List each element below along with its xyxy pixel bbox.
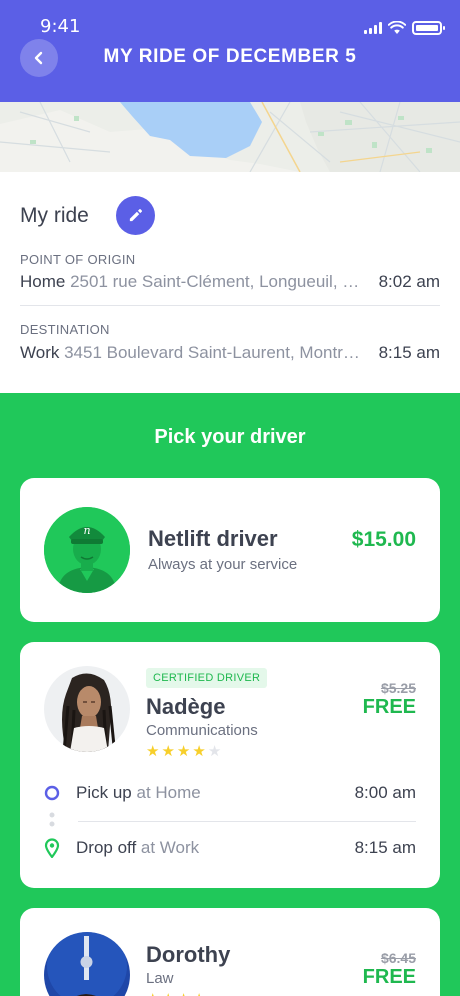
- netlift-driver-avatar: n: [44, 507, 130, 593]
- divider: [20, 305, 440, 306]
- star-icon: ★: [161, 743, 175, 760]
- location-pin-icon: [44, 838, 60, 858]
- driver-price: FREE: [362, 696, 416, 718]
- origin-time: 8:02 am: [378, 272, 440, 291]
- destination-time: 8:15 am: [378, 343, 440, 362]
- dropoff-label: Drop off: [76, 838, 137, 857]
- destination-address: 3451 Boulevard Saint-Laurent, Montréal, …: [64, 343, 365, 362]
- cellular-signal-icon: [364, 22, 382, 34]
- origin-label: POINT OF ORIGIN: [20, 252, 136, 267]
- destination-name: Work: [20, 343, 60, 362]
- destination-place: Work 3451 Boulevard Saint-Laurent, Montr…: [20, 343, 365, 363]
- driver-old-price: $6.45: [380, 950, 416, 966]
- pick-driver-title: Pick your driver: [154, 426, 306, 448]
- driver-rating: ★ ★ ★ ★ ★: [146, 744, 221, 759]
- dropoff-time: 8:15 am: [354, 838, 416, 857]
- star-icon: ★: [192, 743, 206, 760]
- pickup-text: Pick up at Home: [76, 783, 355, 803]
- stop-divider: [78, 821, 416, 822]
- pickup-time: 8:00 am: [354, 783, 416, 802]
- app-header: 9:41 MY RIDE OF DECEMBER 5: [0, 0, 460, 102]
- netlift-driver-name: Netlift driver: [148, 526, 278, 551]
- driver-name: Nadège: [146, 694, 226, 719]
- chauffeur-icon: n: [44, 507, 130, 593]
- driver-price: FREE: [362, 966, 416, 988]
- page-title: MY RIDE OF DECEMBER 5: [103, 46, 357, 67]
- driver-avatar-nadege: [44, 666, 130, 752]
- star-icon: ★: [192, 992, 205, 996]
- pickup-stop: Pick up at Home 8:00 am: [44, 783, 416, 803]
- status-time: 9:41: [40, 16, 81, 37]
- destination-row: Work 3451 Boulevard Saint-Laurent, Montr…: [20, 343, 440, 363]
- origin-place: Home 2501 rue Saint-Clément, Longueuil, …: [20, 272, 365, 292]
- route-map[interactable]: [0, 102, 460, 172]
- star-icon: ★: [146, 743, 160, 760]
- driver-card-nadege[interactable]: CERTIFIED DRIVER Nadège Communications ★…: [20, 642, 440, 888]
- svg-text:n: n: [83, 524, 90, 537]
- driver-old-price: $5.25: [380, 680, 416, 696]
- dropoff-text: Drop off at Work: [76, 838, 355, 858]
- ride-details: My ride POINT OF ORIGIN Home 2501 rue Sa…: [0, 172, 460, 393]
- driver-rating: ★ ★ ★ ★: [146, 992, 206, 996]
- netlift-driver-price: $15.00: [351, 528, 416, 551]
- route-dots-icon: [49, 812, 55, 827]
- star-icon: ★: [146, 992, 159, 996]
- star-icon: ★: [177, 992, 190, 996]
- driver-avatar-dorothy: [44, 932, 130, 996]
- battery-icon: [412, 21, 445, 35]
- status-icons: [364, 20, 445, 36]
- driver-name: Dorothy: [146, 942, 231, 967]
- netlift-driver-tagline: Always at your service: [148, 556, 298, 573]
- dropoff-place: at Work: [140, 838, 200, 857]
- destination-label: DESTINATION: [20, 322, 110, 337]
- wifi-icon: [388, 21, 406, 34]
- origin-row: Home 2501 rue Saint-Clément, Longueuil, …: [20, 272, 440, 292]
- origin-name: Home: [20, 272, 66, 291]
- dropoff-stop: Drop off at Work 8:15 am: [44, 838, 416, 858]
- edit-ride-button[interactable]: [116, 196, 155, 235]
- pencil-icon: [129, 208, 143, 222]
- driver-card-dorothy[interactable]: Dorothy Law ★ ★ ★ ★ $6.45 FREE: [20, 908, 440, 996]
- pickup-circle-icon: [44, 785, 60, 801]
- netlift-driver-card[interactable]: n Netlift driver Always at your service …: [20, 478, 440, 622]
- driver-photo: [44, 932, 130, 996]
- driver-category: Communications: [146, 722, 258, 739]
- certified-driver-badge: CERTIFIED DRIVER: [146, 668, 268, 688]
- pickup-label: Pick up: [76, 783, 132, 802]
- ride-title: My ride: [20, 204, 89, 227]
- map-image: [0, 102, 460, 172]
- star-icon: ★: [207, 743, 222, 760]
- star-icon: ★: [161, 992, 174, 996]
- driver-category: Law: [146, 970, 174, 987]
- driver-photo: [44, 666, 130, 752]
- star-icon: ★: [176, 743, 191, 760]
- pickup-place: at Home: [136, 783, 201, 802]
- origin-address: 2501 rue Saint-Clément, Longueuil, QC: [70, 272, 365, 291]
